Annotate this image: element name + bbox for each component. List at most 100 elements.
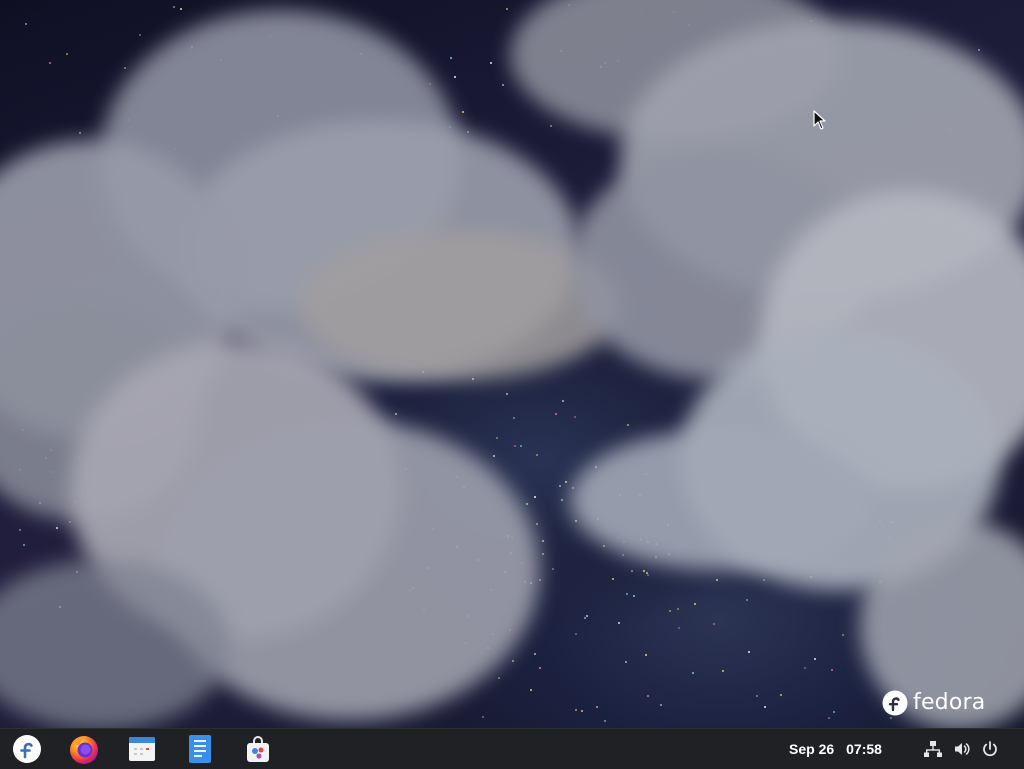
star: [549, 124, 552, 127]
clock[interactable]: Sep 26 07:58: [789, 741, 882, 757]
star: [559, 485, 562, 488]
star: [505, 7, 508, 10]
star: [453, 75, 456, 78]
star: [520, 445, 523, 448]
fedora-wordmark: fedora: [913, 690, 986, 715]
star: [565, 481, 568, 484]
star: [669, 609, 672, 612]
star: [68, 521, 71, 523]
star: [538, 666, 541, 669]
star: [489, 62, 492, 65]
star: [779, 694, 782, 697]
star: [603, 719, 606, 722]
star: [575, 708, 578, 711]
star: [627, 423, 630, 426]
star: [48, 61, 51, 64]
star: [542, 540, 545, 543]
star: [525, 503, 528, 506]
star: [647, 574, 650, 577]
cloud: [570, 430, 870, 570]
calendar-launcher[interactable]: [126, 733, 158, 765]
star: [584, 616, 587, 619]
star: [513, 416, 516, 419]
star: [123, 66, 126, 69]
software-store-icon: [247, 736, 269, 762]
star: [677, 608, 680, 611]
star: [764, 705, 767, 708]
star: [533, 652, 536, 655]
star: [712, 623, 715, 626]
star: [611, 577, 614, 580]
star: [625, 660, 628, 663]
star: [586, 614, 589, 617]
fedora-logo-icon: [13, 735, 41, 763]
fedora-logo-icon: [882, 690, 908, 716]
power-menu-button[interactable]: [981, 740, 999, 758]
star: [804, 667, 807, 670]
star: [498, 677, 501, 680]
star: [622, 554, 625, 557]
clock-time: 07:58: [846, 741, 882, 757]
network-icon: [924, 741, 942, 757]
text-editor-launcher[interactable]: [184, 733, 216, 765]
star: [180, 7, 183, 10]
firefox-launcher[interactable]: [68, 733, 100, 765]
star: [574, 416, 577, 419]
desktop-wallpaper: fedora: [0, 0, 1024, 728]
calendar-app-icon: [129, 737, 155, 761]
star: [890, 716, 893, 719]
star: [694, 602, 697, 605]
star: [551, 568, 554, 571]
mouse-pointer-icon: [813, 110, 826, 130]
star: [632, 595, 635, 598]
taskbar: Sep 26 07:58: [0, 728, 1024, 769]
star: [139, 33, 142, 36]
software-launcher[interactable]: [242, 733, 274, 765]
star: [643, 569, 646, 572]
star: [832, 710, 835, 713]
fedora-menu-button[interactable]: [11, 733, 43, 765]
star: [560, 499, 563, 502]
star: [692, 671, 695, 674]
volume-indicator[interactable]: [953, 740, 971, 758]
star: [581, 709, 583, 712]
star: [24, 23, 27, 26]
star: [502, 84, 505, 87]
star: [756, 694, 759, 697]
star: [395, 413, 398, 416]
network-indicator[interactable]: [924, 740, 942, 758]
star: [481, 715, 484, 718]
star: [746, 599, 749, 602]
star: [495, 436, 498, 439]
star: [542, 553, 545, 556]
star: [830, 669, 833, 672]
star: [763, 579, 766, 582]
star: [533, 496, 536, 499]
star: [172, 5, 175, 8]
star: [79, 132, 81, 135]
star: [462, 110, 465, 113]
star: [721, 670, 724, 673]
star: [506, 392, 509, 395]
star: [677, 627, 680, 630]
star: [715, 579, 718, 582]
star: [828, 716, 831, 719]
firefox-icon: [70, 736, 98, 764]
power-icon: [983, 741, 997, 757]
star: [512, 660, 515, 663]
star: [536, 453, 539, 456]
document-app-icon: [189, 735, 211, 763]
clock-date: Sep 26: [789, 741, 835, 757]
star: [644, 654, 647, 657]
star: [978, 48, 981, 51]
star: [660, 704, 663, 707]
star: [450, 56, 453, 59]
star: [814, 658, 817, 661]
star: [65, 53, 68, 56]
star: [747, 650, 750, 653]
star: [646, 694, 649, 697]
star: [23, 543, 26, 546]
star: [575, 633, 578, 636]
star: [530, 689, 533, 692]
star: [19, 528, 22, 531]
